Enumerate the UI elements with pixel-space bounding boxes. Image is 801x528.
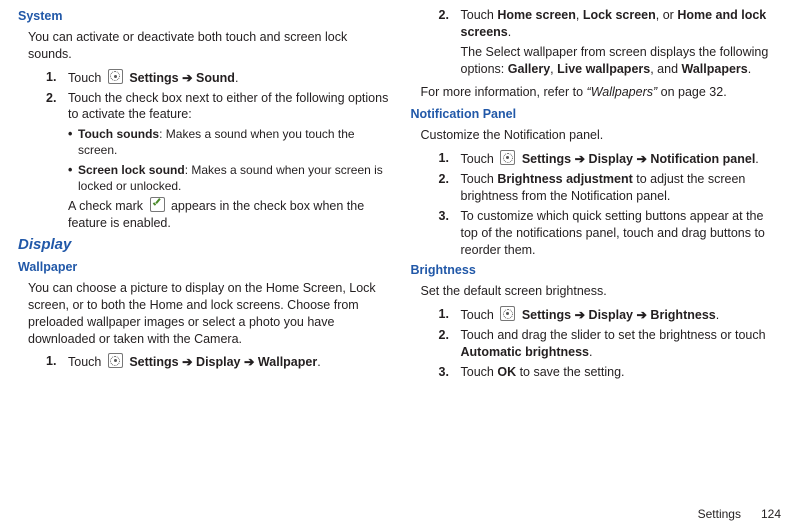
opt: Lock screen [583, 8, 656, 22]
bullet-screen-lock-sound: • Screen lock sound: Makes a sound when … [68, 162, 391, 194]
step-number: 1. [439, 306, 461, 324]
step-notif-3: 3. To customize which quick setting butt… [439, 208, 784, 259]
heading-system: System [18, 8, 391, 25]
step-wallpaper-1: 1. Touch Settings ➔ Display ➔ Wallpaper. [46, 353, 391, 371]
heading-wallpaper: Wallpaper [18, 259, 391, 276]
path: Settings ➔ Sound [126, 71, 235, 85]
step-text: Touch Settings ➔ Display ➔ Brightness. [461, 306, 784, 324]
step-number: 2. [439, 171, 461, 205]
text: Touch [461, 308, 498, 322]
bullet-text: Touch sounds: Makes a sound when you tou… [78, 126, 391, 158]
opt: Automatic brightness [461, 345, 590, 359]
label: Touch sounds [78, 127, 159, 141]
text: , and [650, 62, 681, 76]
column-left: System You can activate or deactivate bo… [18, 4, 391, 384]
text: . [589, 345, 592, 359]
opt: Home screen [497, 8, 576, 22]
step-sound-1: 1. Touch Settings ➔ Sound. [46, 69, 391, 87]
step-text: Touch and drag the slider to set the bri… [461, 327, 784, 361]
step-number: 2. [439, 7, 461, 41]
note-check-mark: A check mark appears in the check box wh… [68, 197, 391, 232]
opt: Wallpapers [682, 62, 748, 76]
text: Touch [461, 365, 498, 379]
step-number: 3. [439, 364, 461, 381]
step-text: Touch the check box next to either of th… [68, 90, 391, 124]
step-number: 1. [46, 353, 68, 371]
step-text: Touch Home screen, Lock screen, or Home … [461, 7, 784, 41]
text: . [317, 355, 320, 369]
text: Touch [68, 355, 105, 369]
step-notif-1: 1. Touch Settings ➔ Display ➔ Notificati… [439, 150, 784, 168]
step-bright-3: 3. Touch OK to save the setting. [439, 364, 784, 381]
bullet-text: Screen lock sound: Makes a sound when yo… [78, 162, 391, 194]
step-number: 3. [439, 208, 461, 259]
text: Touch [461, 172, 498, 186]
settings-icon [500, 306, 515, 321]
heading-display: Display [18, 235, 391, 255]
label: Screen lock sound [78, 163, 185, 177]
settings-icon [500, 150, 515, 165]
text: A check mark [68, 199, 147, 213]
two-column-layout: System You can activate or deactivate bo… [18, 4, 783, 384]
text: Touch [461, 8, 498, 22]
path: Settings ➔ Display ➔ Wallpaper [126, 355, 317, 369]
bullet-marker: • [68, 162, 78, 194]
step-number: 1. [439, 150, 461, 168]
text: . [748, 62, 751, 76]
page-number: 124 [761, 507, 781, 521]
page: System You can activate or deactivate bo… [0, 0, 801, 528]
step-bright-2: 2. Touch and drag the slider to set the … [439, 327, 784, 361]
page-footer: Settings 124 [698, 506, 781, 522]
heading-brightness: Brightness [411, 262, 784, 279]
opt: Brightness adjustment [497, 172, 632, 186]
heading-notification-panel: Notification Panel [411, 106, 784, 123]
text-wallpaper-intro: You can choose a picture to display on t… [28, 280, 391, 348]
opt: Gallery [508, 62, 550, 76]
text-brightness-intro: Set the default screen brightness. [421, 283, 784, 300]
step-text: Touch Brightness adjustment to adjust th… [461, 171, 784, 205]
text: to save the setting. [516, 365, 624, 379]
opt: Live wallpapers [557, 62, 650, 76]
text: For more information, refer to [421, 85, 587, 99]
check-icon [150, 197, 165, 212]
footer-section: Settings [698, 507, 741, 521]
text: Touch [68, 71, 105, 85]
text-more-info: For more information, refer to “Wallpape… [421, 84, 784, 101]
bullet-touch-sounds: • Touch sounds: Makes a sound when you t… [68, 126, 391, 158]
step-number: 2. [439, 327, 461, 361]
step-text: Touch Settings ➔ Display ➔ Wallpaper. [68, 353, 391, 371]
text: , [576, 8, 583, 22]
column-right: 2. Touch Home screen, Lock screen, or Ho… [411, 4, 784, 384]
xref: “Wallpapers” [587, 85, 658, 99]
bullet-marker: • [68, 126, 78, 158]
step-number: 2. [46, 90, 68, 124]
text-wallpaper-options: The Select wallpaper from screen display… [461, 44, 784, 78]
step-sound-2: 2. Touch the check box next to either of… [46, 90, 391, 124]
text: Touch [461, 152, 498, 166]
step-bright-1: 1. Touch Settings ➔ Display ➔ Brightness… [439, 306, 784, 324]
text-notification-intro: Customize the Notification panel. [421, 127, 784, 144]
text: Touch and drag the slider to set the bri… [461, 328, 766, 342]
settings-icon [108, 69, 123, 84]
settings-icon [108, 353, 123, 368]
text: . [755, 152, 758, 166]
text: . [716, 308, 719, 322]
step-notif-2: 2. Touch Brightness adjustment to adjust… [439, 171, 784, 205]
step-text: Touch Settings ➔ Display ➔ Notification … [461, 150, 784, 168]
text-system-intro: You can activate or deactivate both touc… [28, 29, 391, 63]
text: . [235, 71, 238, 85]
step-number: 1. [46, 69, 68, 87]
path: Settings ➔ Display ➔ Brightness [518, 308, 715, 322]
step-wallpaper-2: 2. Touch Home screen, Lock screen, or Ho… [439, 7, 784, 41]
opt: OK [497, 365, 516, 379]
step-text: Touch OK to save the setting. [461, 364, 784, 381]
text: . [508, 25, 511, 39]
text: on page 32. [657, 85, 727, 99]
step-text: To customize which quick setting buttons… [461, 208, 784, 259]
step-text: Touch Settings ➔ Sound. [68, 69, 391, 87]
path: Settings ➔ Display ➔ Notification panel [518, 152, 755, 166]
text: , or [656, 8, 678, 22]
